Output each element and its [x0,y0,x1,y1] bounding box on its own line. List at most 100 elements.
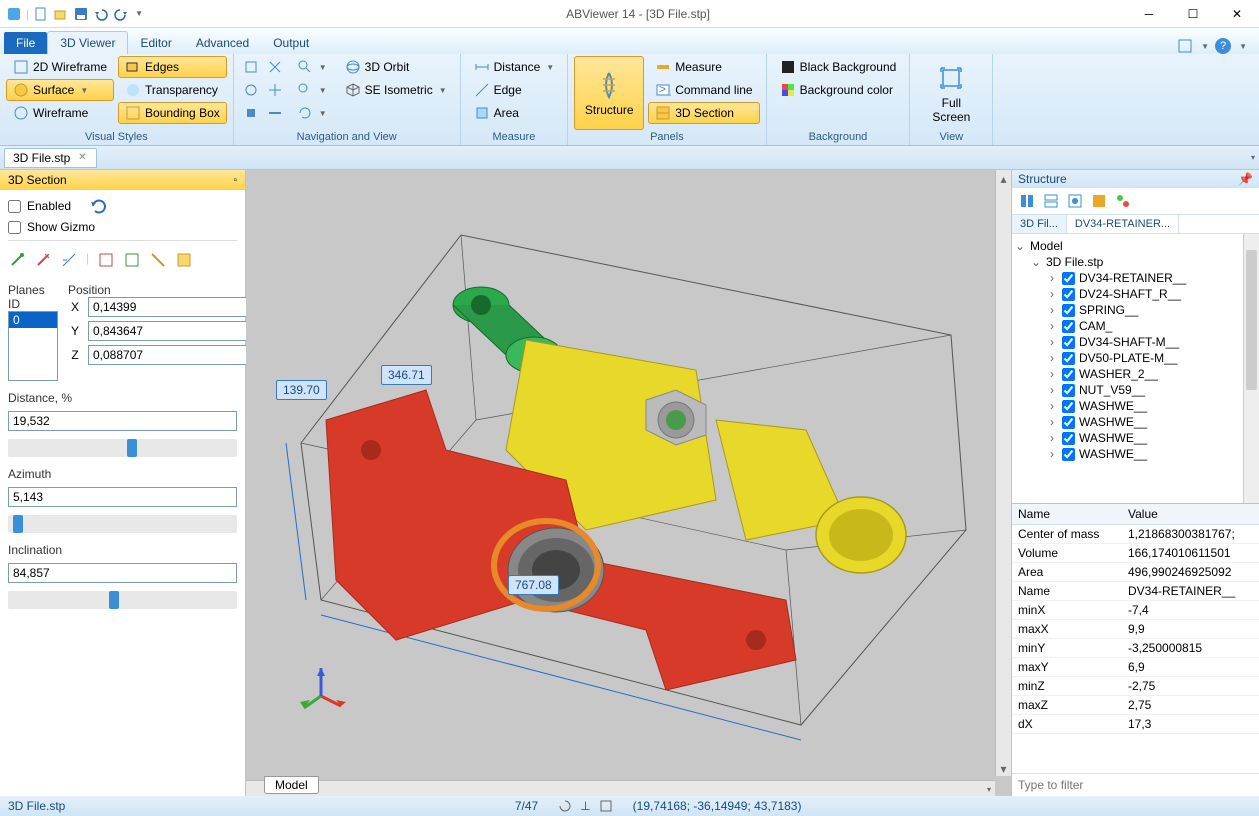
nav-icon-5[interactable] [240,102,262,124]
chk-show-gizmo[interactable]: Show Gizmo [8,220,237,234]
redo-icon[interactable] [113,6,129,22]
str-tb-4-icon[interactable] [1090,192,1108,210]
inclination-slider[interactable] [8,591,237,609]
str-tab-file[interactable]: 3D Fil... [1012,215,1067,233]
chk-gizmo-box[interactable] [8,221,21,234]
tree-expand-icon[interactable]: › [1046,287,1058,301]
sec-tb-add-icon[interactable] [8,251,26,269]
tab-file[interactable]: File [4,32,47,54]
panel-close-icon[interactable]: ▫ [233,175,237,186]
tree-item-checkbox[interactable] [1062,448,1075,461]
document-tab-close-icon[interactable]: ✕ [76,152,88,164]
open-icon[interactable] [53,6,69,22]
btn-distance[interactable]: Distance▼ [467,56,562,78]
tree-item[interactable]: ›WASHWE__ [1014,430,1257,446]
tree-item-checkbox[interactable] [1062,272,1075,285]
planes-list[interactable]: 0 [8,311,58,381]
chk-enabled-box[interactable] [8,200,21,213]
section-reset-icon[interactable] [91,198,111,214]
tree-item-checkbox[interactable] [1062,336,1075,349]
tree-root[interactable]: ⌄Model [1014,238,1257,254]
3d-viewport[interactable]: 139.70 346.71 767.08 ▴▾ Model ▾ [246,170,1011,796]
tree-scroll[interactable] [1243,234,1259,503]
btn-black-bg[interactable]: Black Background [773,56,904,78]
sec-tb-del-icon[interactable] [34,251,52,269]
document-tab[interactable]: 3D File.stp ✕ [4,148,97,168]
model-tab[interactable]: Model [264,776,319,794]
tree-expand-icon[interactable]: › [1046,399,1058,413]
tree-item-checkbox[interactable] [1062,400,1075,413]
tree-item-checkbox[interactable] [1062,416,1075,429]
btn-2d-wireframe[interactable]: 2D Wireframe [6,56,114,78]
tree-item-checkbox[interactable] [1062,304,1075,317]
minimize-button[interactable]: ─ [1127,0,1171,28]
btn-surface[interactable]: Surface▼ [6,79,114,101]
tree-item[interactable]: ›WASHER_2__ [1014,366,1257,382]
tree-item-checkbox[interactable] [1062,320,1075,333]
tree-item-checkbox[interactable] [1062,288,1075,301]
sec-tb-7-icon[interactable] [175,251,193,269]
maximize-button[interactable]: ☐ [1171,0,1215,28]
tree-file[interactable]: ⌄3D File.stp [1014,254,1257,270]
btn-wireframe[interactable]: Wireframe [6,102,114,124]
nav-icon-1[interactable] [240,56,262,78]
tree-item[interactable]: ›CAM_ [1014,318,1257,334]
btn-edges[interactable]: Edges [118,56,227,78]
tab-advanced[interactable]: Advanced [184,32,261,54]
tab-editor[interactable]: Editor [128,32,183,54]
help-dropdown-icon[interactable]: ▼ [1239,42,1247,51]
plane-item-0[interactable]: 0 [9,312,57,328]
btn-transparency[interactable]: Transparency [118,79,227,101]
x-input[interactable] [88,297,253,317]
btn-area[interactable]: Area [467,102,562,124]
tree-expand-icon[interactable]: › [1046,335,1058,349]
nav-icon-4[interactable] [264,79,286,101]
tree-item-checkbox[interactable] [1062,352,1075,365]
tree-item[interactable]: ›WASHWE__ [1014,398,1257,414]
style-dropdown-icon[interactable]: ▼ [1201,42,1209,51]
tab-output[interactable]: Output [261,32,321,54]
sec-tb-4-icon[interactable] [97,251,115,269]
y-input[interactable] [88,321,253,341]
tree-expand-icon[interactable]: › [1046,319,1058,333]
z-input[interactable] [88,345,253,365]
tree-item[interactable]: ›DV34-RETAINER__ [1014,270,1257,286]
sec-tb-3-icon[interactable] [60,251,78,269]
inclination-input[interactable] [8,563,237,583]
status-icon-3[interactable] [599,799,613,813]
save-icon[interactable] [73,6,89,22]
str-tb-5-icon[interactable] [1114,192,1132,210]
viewport-scroll-h[interactable] [246,780,995,796]
nav-icon-2[interactable] [264,56,286,78]
tree-expand-icon[interactable]: › [1046,271,1058,285]
tree-expand-icon[interactable]: › [1046,431,1058,445]
rotate-dropdown[interactable]: ▼ [290,102,334,124]
filter-input[interactable] [1014,776,1257,794]
status-icon-1[interactable] [558,799,572,813]
status-icon-2[interactable]: ⊥ [580,799,590,813]
tree-item[interactable]: ›DV24-SHAFT_R__ [1014,286,1257,302]
sec-tb-5-icon[interactable] [123,251,141,269]
zoom2-dropdown[interactable]: ▼ [290,79,334,101]
btn-3d-orbit[interactable]: 3D Orbit [338,56,454,78]
style-icon[interactable] [1177,38,1193,54]
tree-item-checkbox[interactable] [1062,384,1075,397]
tree-item-checkbox[interactable] [1062,432,1075,445]
tree-item[interactable]: ›NUT_V59__ [1014,382,1257,398]
viewport-tab-dropdown-icon[interactable]: ▾ [987,785,991,794]
azimuth-input[interactable] [8,487,237,507]
btn-3d-section[interactable]: 3D Section [648,102,759,124]
btn-structure[interactable]: Structure [574,56,644,130]
viewport-scroll-v[interactable]: ▴▾ [995,170,1011,776]
btn-cmdline[interactable]: >_Command line [648,79,759,101]
btn-bounding-box[interactable]: Bounding Box [118,102,227,124]
surface-dropdown-icon[interactable]: ▼ [80,86,88,95]
tree-item[interactable]: ›WASHWE__ [1014,446,1257,462]
help-icon[interactable]: ? [1215,38,1231,54]
nav-icon-3[interactable] [240,79,262,101]
tree-expand-icon[interactable]: › [1046,351,1058,365]
str-tab-retainer[interactable]: DV34-RETAINER... [1067,215,1179,233]
tree-item[interactable]: ›SPRING__ [1014,302,1257,318]
azimuth-slider[interactable] [8,515,237,533]
str-tb-3-icon[interactable] [1066,192,1084,210]
